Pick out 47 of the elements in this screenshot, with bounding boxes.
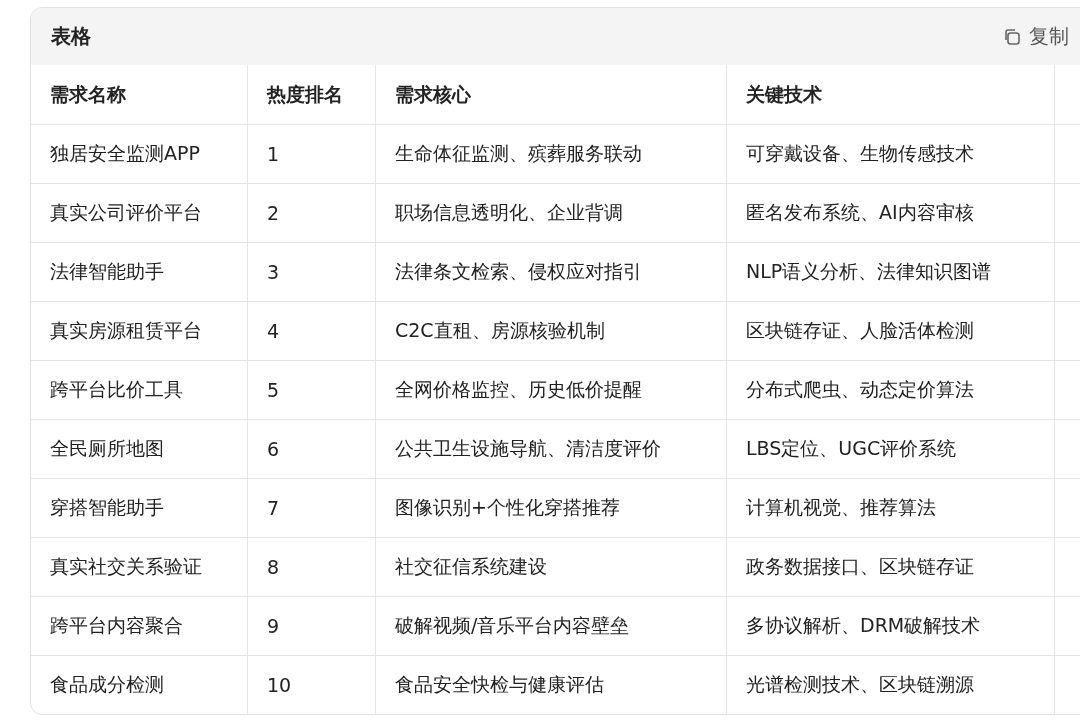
table-cell: 全民厕所地图 — [31, 419, 248, 478]
table-cell: 食品成分检测 — [31, 655, 248, 714]
table-cell: 6 — [248, 419, 376, 478]
table-cell: 法律智能助手 — [31, 242, 248, 301]
table-cell: C2C直租、房源核验机制 — [376, 301, 727, 360]
table-cell: 分布式爬虫、动态定价算法 — [727, 360, 1055, 419]
table-cell: 独居安全监测APP — [31, 124, 248, 183]
table-cell: 8 — [248, 537, 376, 596]
table-cell: 光谱检测技术、区块链溯源 — [727, 655, 1055, 714]
table-cell: 4 — [248, 301, 376, 360]
table-cell: 职场信息透明化、企业背调 — [376, 183, 727, 242]
table-cell: 跨平台比价工具 — [31, 360, 248, 419]
table-cell: 多协议解析、DRM破解技术 — [727, 596, 1055, 655]
table-cell: 9 — [248, 596, 376, 655]
table-cell: NLP语义分析、法律知识图谱 — [727, 242, 1055, 301]
table-cell: 10 — [248, 655, 376, 714]
table-cell: 可穿戴设备、生物传感技术 — [727, 124, 1055, 183]
table-cell: 穿搭智能助手 — [31, 478, 248, 537]
column-header: 关键技术 — [727, 65, 1055, 124]
table-cell: 5 — [248, 360, 376, 419]
table-cell: LBS定位、UGC评价系统 — [727, 419, 1055, 478]
table-cell: 区块链存证、人脸活体检测 — [727, 301, 1055, 360]
copy-button[interactable]: 复制 — [1003, 23, 1069, 50]
table-cell: 食品安全快检与健康评估 — [376, 655, 727, 714]
table-cell: 1 — [248, 124, 376, 183]
table-cell: 破解视频/音乐平台内容壁垒 — [376, 596, 727, 655]
column-header: 热度排名 — [248, 65, 376, 124]
table-cell: 匿名发布系统、AI内容审核 — [727, 183, 1055, 242]
table-cell: 真实社交关系验证 — [31, 537, 248, 596]
table-cell: 计算机视觉、推荐算法 — [727, 478, 1055, 537]
table-cell: 7 — [248, 478, 376, 537]
table-cell: 法律条文检索、侵权应对指引 — [376, 242, 727, 301]
table-cell: 政务数据接口、区块链存证 — [727, 537, 1055, 596]
table-cell: 社交征信系统建设 — [376, 537, 727, 596]
table-cell: 图像识别+个性化穿搭推荐 — [376, 478, 727, 537]
table-cell: 3 — [248, 242, 376, 301]
table-cell: 公共卫生设施导航、清洁度评价 — [376, 419, 727, 478]
panel-title: 表格 — [51, 23, 92, 50]
table-cell: 全网价格监控、历史低价提醒 — [376, 360, 727, 419]
table-cell: 2 — [248, 183, 376, 242]
table-cell: 真实房源租赁平台 — [31, 301, 248, 360]
table-cell: 真实公司评价平台 — [31, 183, 248, 242]
table-cell: 跨平台内容聚合 — [31, 596, 248, 655]
copy-icon — [1003, 27, 1021, 46]
column-header: 需求核心 — [376, 65, 727, 124]
table-cell: 生命体征监测、殡葬服务联动 — [376, 124, 727, 183]
column-header: 需求名称 — [31, 65, 248, 124]
